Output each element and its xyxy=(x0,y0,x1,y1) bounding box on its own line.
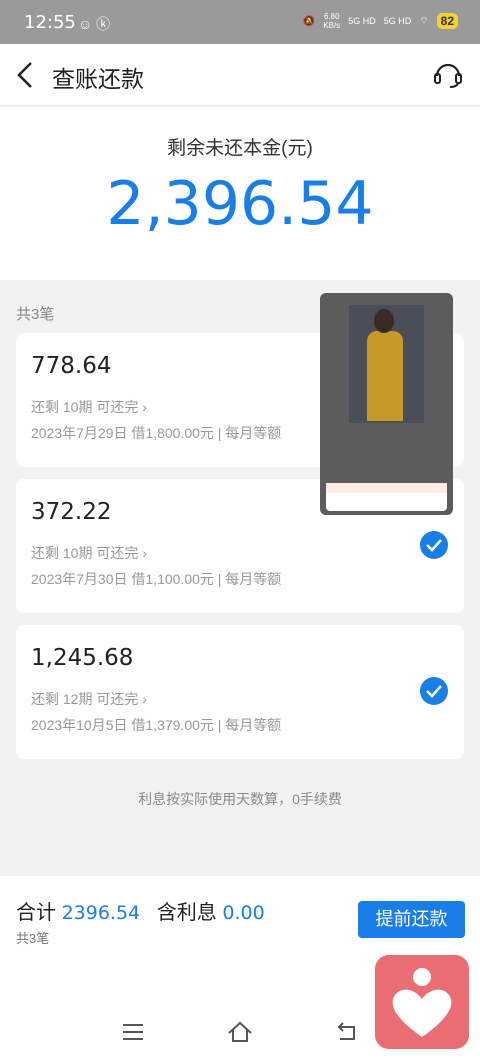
loan-term[interactable]: 还剩 10期 可还完 › xyxy=(31,397,147,417)
menu-icon[interactable] xyxy=(120,1019,146,1045)
total-line: 合计 2396.54 含利息 0.00 xyxy=(16,896,265,925)
loan-count: 共3笔 xyxy=(16,306,55,323)
video-person-head xyxy=(374,309,394,333)
status-right-group: 🔕 6.80 KB/s 5G HD 5G HD ⌔ 82 xyxy=(303,12,458,30)
status-notification-icons: ☺ ⓚ xyxy=(78,16,111,32)
heart-app-icon[interactable] xyxy=(375,955,469,1049)
interest-label: 含利息 xyxy=(156,902,217,924)
status-bar: 12:55 ☺ ⓚ 🔕 6.80 KB/s 5G HD 5G HD ⌔ 82 xyxy=(0,0,480,44)
chevron-right-icon: › xyxy=(142,399,147,415)
loan-term-text: 还剩 12期 可还完 xyxy=(31,691,139,707)
signal-2: 5G HD xyxy=(383,15,412,26)
wifi-icon: ⌔ xyxy=(419,15,429,27)
summary-panel: 剩余未还本金(元) 2,396.54 xyxy=(0,107,480,280)
mute-icon: 🔕 xyxy=(302,15,316,27)
loan-amount: 778.64 xyxy=(31,353,112,379)
back-icon[interactable] xyxy=(334,1019,360,1045)
loan-amount: 1,245.68 xyxy=(31,645,134,671)
total-value: 2396.54 xyxy=(61,902,141,924)
loan-detail: 2023年10月5日 借1,379.00元 | 每月等额 xyxy=(31,717,282,733)
interest-note: 利息按实际使用天数算，0手续费 xyxy=(138,791,342,807)
interest-value: 0.00 xyxy=(222,902,265,924)
signal-1: 5G HD xyxy=(348,15,376,26)
loan-term[interactable]: 还剩 10期 可还完 › xyxy=(31,543,147,563)
check-icon[interactable] xyxy=(420,677,448,705)
loan-term[interactable]: 还剩 12期 可还完 › xyxy=(31,689,147,709)
back-arrow-icon[interactable] xyxy=(14,60,38,90)
loan-detail: 2023年7月30日 借1,100.00元 | 每月等额 xyxy=(31,571,282,587)
loan-detail: 2023年7月29日 借1,800.00元 | 每月等额 xyxy=(31,425,282,441)
loan-amount: 372.22 xyxy=(31,499,112,525)
battery-indicator: 82 xyxy=(436,13,458,29)
remaining-principal-amount: 2,396.54 xyxy=(106,169,374,239)
app-header: 查账还款 xyxy=(0,44,480,106)
bottom-count: 共3笔 xyxy=(16,931,50,946)
status-time: 12:55 xyxy=(24,12,76,33)
video-banner-bar xyxy=(326,483,447,493)
check-icon[interactable] xyxy=(420,531,448,559)
net-speed: 6.80 KB/s xyxy=(323,12,341,30)
home-icon[interactable] xyxy=(227,1019,253,1045)
loan-card[interactable]: 1,245.68 还剩 12期 可还完 › 2023年10月5日 借1,379.… xyxy=(16,625,464,759)
customer-service-icon[interactable] xyxy=(432,58,464,90)
video-person xyxy=(367,331,403,421)
video-banner[interactable] xyxy=(326,483,447,511)
loan-term-text: 还剩 10期 可还完 xyxy=(31,399,139,415)
loan-term-text: 还剩 10期 可还完 xyxy=(31,545,139,561)
remaining-principal-label: 剩余未还本金(元) xyxy=(167,138,313,159)
early-repay-button[interactable]: 提前还款 xyxy=(358,901,465,938)
total-label: 合计 xyxy=(16,902,56,924)
page-title: 查账还款 xyxy=(52,66,144,92)
floating-video-window[interactable] xyxy=(320,293,453,515)
chevron-right-icon: › xyxy=(142,545,147,561)
chevron-right-icon: › xyxy=(142,691,147,707)
